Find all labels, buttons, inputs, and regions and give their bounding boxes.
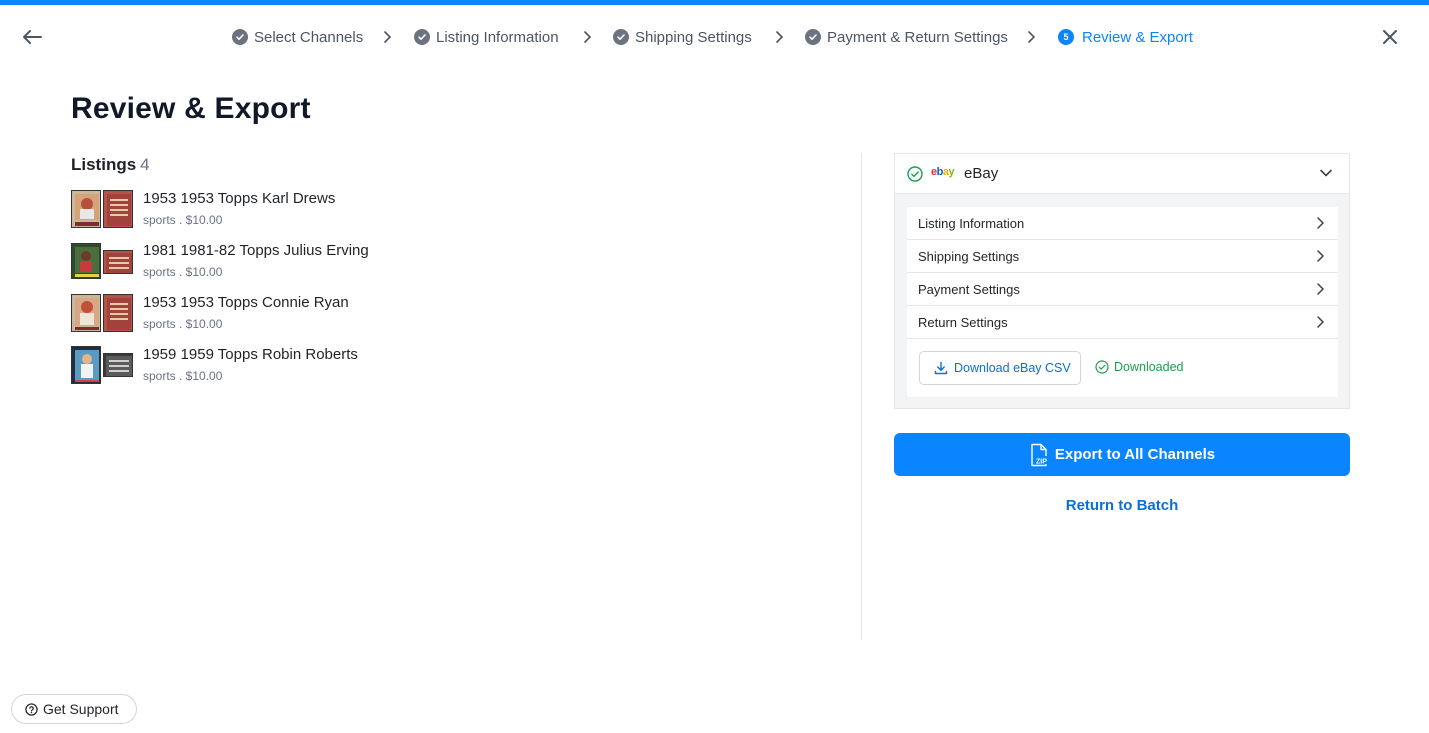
channel-accordion-header[interactable]: ebay eBay (895, 154, 1349, 194)
download-csv-button[interactable]: Download eBay CSV (919, 351, 1081, 385)
listing-thumbnails (71, 190, 133, 230)
setting-row-listing-information[interactable]: Listing Information (907, 207, 1338, 240)
card-back-image (103, 250, 133, 274)
card-front-image (71, 243, 101, 279)
step-select-channels[interactable]: Select Channels (232, 25, 363, 49)
chevron-right-icon (1027, 25, 1035, 49)
listing-title: 1953 1953 Topps Karl Drews (143, 190, 336, 207)
check-circle-icon (613, 29, 629, 45)
listing-meta: sports . $10.00 (143, 317, 223, 331)
chevron-right-icon (775, 25, 783, 49)
listing-item[interactable]: 1953 1953 Topps Karl Drews sports . $10.… (71, 190, 491, 230)
chevron-right-icon (383, 25, 391, 49)
step-shipping-settings[interactable]: Shipping Settings (613, 25, 752, 49)
return-to-batch-link[interactable]: Return to Batch (894, 497, 1350, 514)
svg-text:ZIP: ZIP (1036, 458, 1047, 465)
listing-thumbnails (71, 294, 133, 334)
channel-settings-list: Listing Information Shipping Settings Pa… (907, 207, 1338, 397)
step-label: Payment & Return Settings (827, 28, 1008, 46)
top-accent-bar (0, 0, 1429, 5)
setting-row-return-settings[interactable]: Return Settings (907, 306, 1338, 339)
listing-title: 1981 1981-82 Topps Julius Erving (143, 242, 369, 259)
listing-meta: sports . $10.00 (143, 213, 223, 227)
listings-count: 4 (140, 155, 150, 174)
close-button[interactable] (1376, 24, 1404, 50)
chevron-right-icon (1315, 216, 1325, 235)
card-back-image (103, 294, 133, 332)
setting-row-payment-settings[interactable]: Payment Settings (907, 273, 1338, 306)
listings-heading-label: Listings (71, 155, 137, 174)
chevron-right-icon (1315, 282, 1325, 301)
step-listing-information[interactable]: Listing Information (414, 25, 559, 49)
channel-panel-ebay: ebay eBay Listing Information Shipping S… (894, 153, 1350, 409)
zip-file-icon: ZIP (1031, 443, 1047, 466)
card-front-image (71, 294, 101, 332)
check-circle-icon (907, 166, 923, 187)
check-circle-icon (414, 29, 430, 45)
step-number-badge: 5 (1058, 29, 1074, 45)
check-circle-icon (805, 29, 821, 45)
download-csv-label: Download eBay CSV (954, 361, 1071, 375)
setting-label: Listing Information (918, 216, 1025, 231)
download-status-label: Downloaded (1114, 360, 1184, 374)
check-circle-icon (232, 29, 248, 45)
export-all-channels-label: Export to All Channels (1054, 446, 1216, 463)
step-payment-return-settings[interactable]: Payment & Return Settings (805, 25, 1008, 49)
download-status: Downloaded (1095, 360, 1184, 374)
listing-title: 1959 1959 Topps Robin Roberts (143, 346, 358, 363)
step-label: Listing Information (436, 28, 559, 46)
step-review-export[interactable]: 5 Review & Export (1058, 25, 1193, 49)
listings-heading: Listings 4 (71, 155, 150, 175)
listing-item[interactable]: 1959 1959 Topps Robin Roberts sports . $… (71, 346, 491, 386)
get-support-button[interactable]: Get Support (11, 694, 137, 724)
help-circle-icon (25, 702, 38, 716)
column-divider (861, 153, 862, 640)
listing-meta: sports . $10.00 (143, 265, 223, 279)
close-icon (1383, 30, 1397, 44)
chevron-right-icon (583, 25, 591, 49)
listing-thumbnails (71, 346, 133, 386)
chevron-right-icon (1315, 249, 1325, 268)
step-label: Review & Export (1082, 28, 1193, 46)
page-title: Review & Export (71, 92, 311, 125)
listing-item[interactable]: 1981 1981-82 Topps Julius Erving sports … (71, 242, 491, 282)
card-front-image (71, 346, 101, 384)
ebay-logo: ebay (931, 166, 955, 178)
listing-meta: sports . $10.00 (143, 369, 223, 383)
card-front-image (71, 190, 101, 228)
card-back-image (103, 353, 133, 377)
setting-label: Payment Settings (918, 282, 1020, 297)
get-support-label: Get Support (43, 701, 119, 717)
setting-row-shipping-settings[interactable]: Shipping Settings (907, 240, 1338, 273)
check-circle-icon (1095, 360, 1109, 374)
chevron-right-icon (1315, 315, 1325, 334)
download-icon (934, 361, 948, 375)
stepper: Select Channels Listing Information Ship… (0, 25, 1429, 49)
listing-item[interactable]: 1953 1953 Topps Connie Ryan sports . $10… (71, 294, 491, 334)
step-label: Select Channels (254, 28, 364, 46)
setting-label: Shipping Settings (918, 249, 1020, 264)
step-label: Shipping Settings (635, 28, 752, 46)
setting-label: Return Settings (918, 315, 1008, 330)
listing-title: 1953 1953 Topps Connie Ryan (143, 294, 349, 311)
export-all-channels-button[interactable]: ZIP Export to All Channels (894, 433, 1350, 476)
card-back-image (103, 190, 133, 228)
chevron-down-icon (1319, 166, 1333, 185)
listing-thumbnails (71, 242, 133, 282)
channel-name: eBay (964, 165, 999, 182)
